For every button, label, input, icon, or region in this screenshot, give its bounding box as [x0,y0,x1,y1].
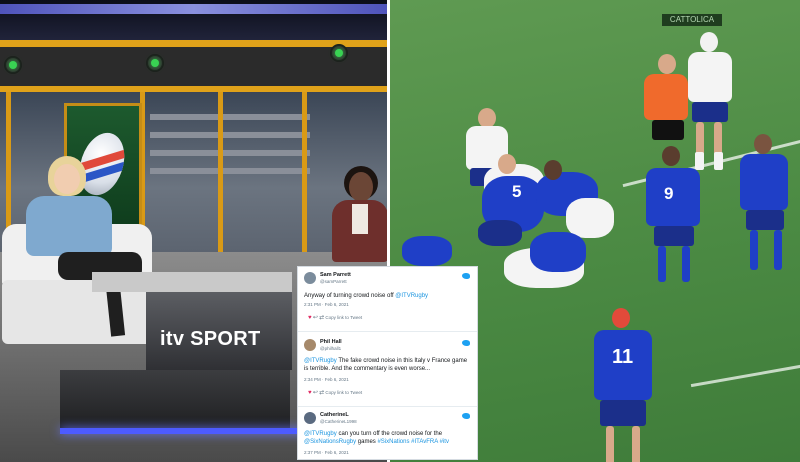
tweet-hashtags[interactable]: #SixNations #ITAvFRA #itv [377,439,448,445]
player-shirt [688,52,732,102]
twitter-bird-icon [462,273,470,279]
tweet-card[interactable]: CatherineL @CatherineL1998 @ITVRugby can… [304,412,472,458]
tweet-text-part: Anyway of turning crowd noise off [304,293,396,299]
player-sock [714,152,723,170]
avatar[interactable] [304,412,316,424]
stand-row [150,132,310,138]
player-shorts [654,226,694,246]
heart-icon[interactable]: ♥ [308,315,312,321]
pundit-top [352,204,368,234]
player-leg [606,426,614,462]
studio-lamp [146,54,164,72]
tweet-mention[interactable]: @ITVRugby [395,293,428,299]
tweet-divider [298,406,477,407]
advertising-board: CATTOLICA [662,14,722,26]
tweet-author-handle[interactable]: @CatherineL1998 [320,419,357,424]
copy-link-button[interactable]: Copy link to Tweet [325,315,362,320]
tweet-actions: ♥ ↩ ⇄ Copy link to Tweet [308,389,362,396]
tweet-timestamp[interactable]: 2:34 PM · Feb 6, 2021 [304,377,349,382]
tweet-card[interactable]: Sam Parrett @samParrett Anyway of turnin… [304,272,472,326]
player-sock [750,230,758,270]
tweet-timestamp[interactable]: 2:37 PM · Feb 6, 2021 [304,450,349,455]
player-leg [632,426,640,462]
player-sock [658,246,666,282]
player-shorts [600,400,646,426]
pitch-line [690,359,800,388]
tweets-overlay: Sam Parrett @samParrett Anyway of turnin… [297,266,478,460]
tweet-mention[interactable]: @ITVRugby [304,431,337,437]
ruck: 5 [474,154,634,288]
presenter-blue-top [26,196,112,256]
tweet-text-part: can you turn off the crowd noise for the [336,431,443,437]
tweet-author-handle[interactable]: @samParrett [320,279,347,284]
tweet-text-part: games [356,439,378,445]
studio-ceiling [0,0,387,40]
itv-sport-logo: itv SPORT [160,328,261,350]
stand-row [150,150,310,156]
player-leg [696,122,704,156]
tweet-author-handle[interactable]: @philhall1 [320,346,341,351]
studio-lamp [330,44,348,62]
jersey-number-11: 11 [612,346,634,368]
window-pillar [302,92,307,252]
copy-link-button[interactable]: Copy link to Tweet [325,390,362,395]
tweet-mention[interactable]: @SixNationsRugby [304,439,356,445]
player-head [754,134,772,154]
gantry-rail-top [0,40,387,47]
ceiling-light-strip [0,4,387,14]
player-head [662,146,680,166]
tweet-author-name[interactable]: CatherineL [320,412,349,418]
twitter-bird-icon [462,340,470,346]
desk-base [60,370,290,432]
player-leg [714,122,722,156]
window-pillar [218,92,223,252]
jersey-number-5: 5 [512,182,522,201]
reply-icon[interactable]: ↩ [313,390,318,396]
referee-shorts [652,120,684,140]
desk-top [92,272,292,292]
player-shorts [478,220,522,246]
tweet-timestamp[interactable]: 2:31 PM · Feb 6, 2021 [304,302,349,307]
france-shirt [530,232,586,272]
avatar[interactable] [304,272,316,284]
studio-lamp [4,56,22,74]
tweet-divider [298,331,477,332]
italy-shirt [566,198,614,238]
presenter-head [54,164,80,194]
tweet-card[interactable]: Phil Hall @philhall1 @ITVRugby The fake … [304,339,472,403]
player-head [478,108,496,128]
tweet-actions: ♥ ↩ ⇄ Copy link to Tweet [308,314,362,321]
pundit-head [349,172,373,202]
retweet-icon[interactable]: ⇄ [319,390,324,396]
player-scrum-cap [612,308,630,328]
player-sock [682,246,690,282]
player-head [544,160,562,180]
stand-row [150,114,310,120]
heart-icon[interactable]: ♥ [308,390,312,396]
tweet-author-name[interactable]: Phil Hall [320,339,342,345]
avatar[interactable] [304,339,316,351]
player-shorts [746,210,784,230]
referee-head [658,54,676,74]
tweet-author-name[interactable]: Sam Parrett [320,272,351,278]
player-shorts [692,102,728,122]
retweet-icon[interactable]: ⇄ [319,315,324,321]
tweet-text: Anyway of turning crowd noise off @ITVRu… [304,292,470,300]
france-player-crouched [402,236,452,266]
jersey-number-9: 9 [664,184,674,203]
tweet-text: @ITVRugby The fake crowd noise in this I… [304,357,470,373]
tweet-text: @ITVRugby can you turn off the crowd noi… [304,430,470,446]
player-sock [695,152,704,170]
reply-icon[interactable]: ↩ [313,315,318,321]
player-sock [774,230,782,270]
tweet-mention[interactable]: @ITVRugby [304,358,337,364]
player-head [498,154,516,174]
lighting-gantry [0,40,387,92]
scrum-cap [700,32,718,52]
stand-row [150,168,310,174]
player-shirt [740,154,788,210]
twitter-bird-icon [462,413,470,419]
referee-shirt [644,74,688,120]
